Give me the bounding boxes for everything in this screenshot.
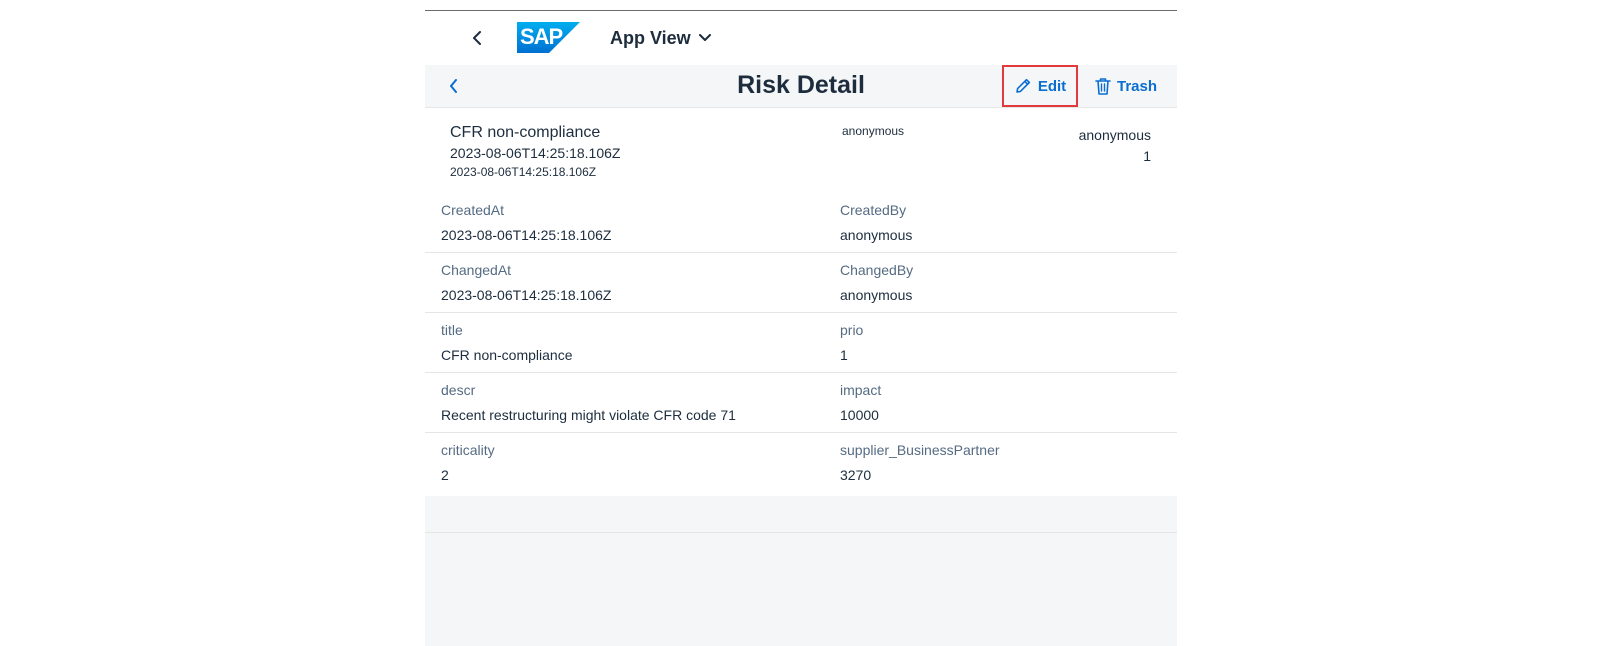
field-value: 2023-08-06T14:25:18.106Z	[441, 227, 612, 243]
shell-back-button[interactable]	[465, 24, 489, 52]
sap-logo: SAP	[517, 22, 580, 53]
field-value: 2	[441, 467, 449, 483]
field-label: ChangedBy	[840, 262, 914, 278]
object-title: CFR non-compliance	[450, 124, 601, 141]
field-grid: CreatedAt 2023-08-06T14:25:18.106Z Create…	[425, 193, 1177, 492]
field-value: anonymous	[840, 227, 913, 243]
field-label: ChangedAt	[441, 262, 512, 278]
trash-button-label: Trash	[1117, 77, 1158, 95]
object-secondary-subtitle: 2023-08-06T14:25:18.106Z	[450, 165, 597, 179]
field-label: criticality	[441, 442, 495, 458]
top-divider	[425, 10, 1177, 11]
field-label: descr	[441, 382, 476, 398]
field-row: ChangedAt 2023-08-06T14:25:18.106Z Change…	[425, 253, 1177, 313]
field-label: CreatedAt	[441, 202, 505, 218]
app-title-menu[interactable]: App View	[610, 24, 711, 52]
trash-button[interactable]: Trash	[1095, 71, 1157, 101]
field-value: 1	[840, 347, 848, 363]
field-row: title CFR non-compliance prio 1	[425, 313, 1177, 373]
field-value: 3270	[840, 467, 872, 483]
object-attribute-middle: anonymous	[842, 124, 905, 138]
field-row: criticality 2 supplier_BusinessPartner 327…	[425, 433, 1177, 492]
field-value: Recent restructuring might violate CFR c…	[441, 407, 736, 423]
footer-divider	[425, 532, 1177, 533]
field-row: descr Recent restructuring might violate …	[425, 373, 1177, 433]
field-label: CreatedBy	[840, 202, 907, 218]
object-subtitle: 2023-08-06T14:25:18.106Z	[450, 145, 621, 161]
edit-button[interactable]: Edit	[1002, 65, 1078, 107]
field-value: CFR non-compliance	[441, 347, 573, 363]
object-attribute-right: anonymous	[1078, 127, 1151, 143]
page-back-button[interactable]	[441, 73, 465, 99]
sap-logo-text: SAP	[520, 24, 563, 49]
chevron-left-icon	[449, 79, 457, 93]
app-container: SAP App View Risk Detail Edit Trash CFR …	[425, 0, 1177, 646]
field-value: anonymous	[840, 287, 913, 303]
field-value: 2023-08-06T14:25:18.106Z	[441, 287, 612, 303]
chevron-down-icon	[698, 34, 711, 41]
footer-area	[425, 496, 1177, 646]
edit-button-label: Edit	[1037, 77, 1067, 95]
page-header-bar: Risk Detail Edit Trash	[425, 65, 1177, 108]
field-label: title	[441, 322, 463, 338]
field-row: CreatedAt 2023-08-06T14:25:18.106Z Create…	[425, 193, 1177, 253]
field-label: impact	[840, 382, 882, 398]
trash-icon	[1095, 78, 1111, 95]
field-label: supplier_BusinessPartner	[840, 442, 1000, 458]
field-label: prio	[840, 322, 864, 338]
field-value: 10000	[840, 407, 879, 423]
chevron-left-icon	[473, 31, 481, 45]
pencil-icon	[1016, 78, 1030, 93]
object-number: 1	[1143, 148, 1151, 164]
app-title-text: App View	[610, 27, 691, 48]
